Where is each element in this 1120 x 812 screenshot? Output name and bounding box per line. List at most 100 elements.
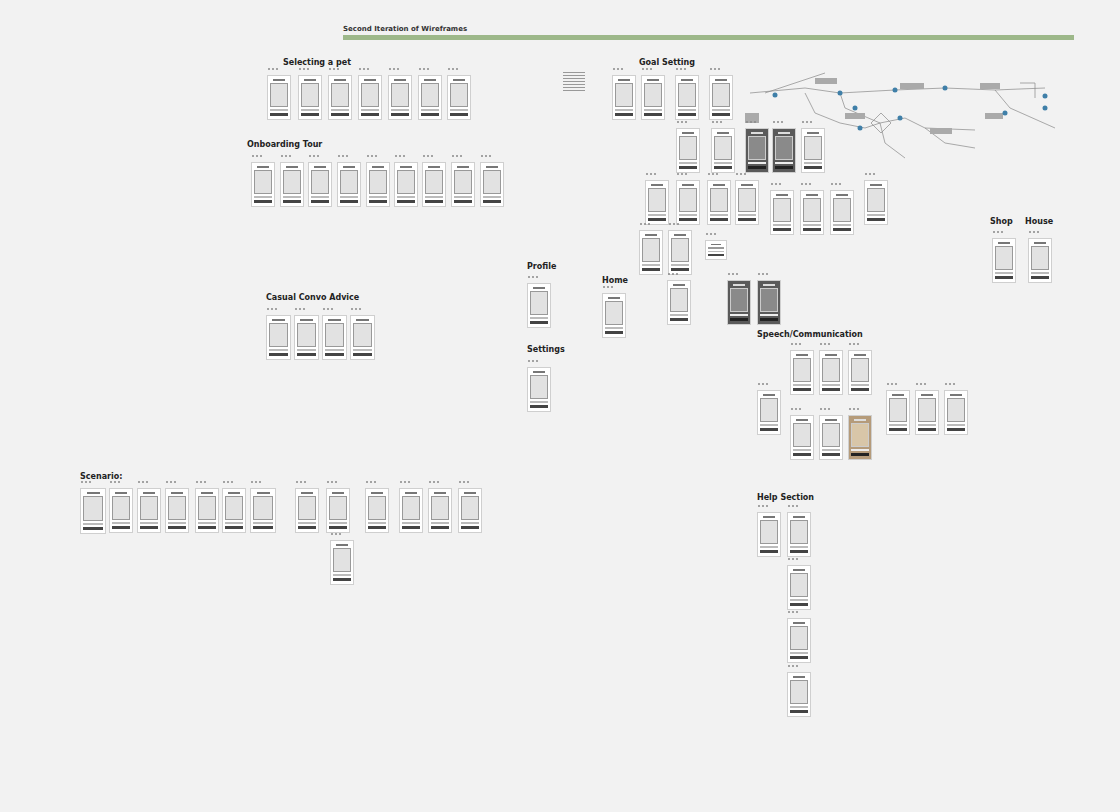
wireframe[interactable] <box>757 512 781 557</box>
wireframe[interactable] <box>757 280 781 325</box>
wireframe[interactable] <box>645 180 669 225</box>
frame-button <box>397 200 415 203</box>
wireframe[interactable] <box>772 128 796 173</box>
wireframe[interactable] <box>399 488 423 533</box>
wireframe[interactable] <box>350 315 375 360</box>
wireframe[interactable] <box>358 75 382 120</box>
wireframe[interactable] <box>458 488 482 533</box>
wireframe[interactable] <box>326 488 350 533</box>
wireframe[interactable] <box>735 180 759 225</box>
wireframe[interactable] <box>992 238 1016 283</box>
wireframe[interactable] <box>709 75 733 120</box>
wireframe[interactable] <box>322 315 347 360</box>
wireframe[interactable] <box>801 128 825 173</box>
wireframe[interactable] <box>787 618 811 663</box>
frame-button <box>790 603 808 606</box>
wireframe[interactable] <box>707 180 731 225</box>
wireframe[interactable] <box>864 180 888 225</box>
wireframe[interactable] <box>819 350 843 395</box>
wireframe[interactable] <box>365 488 389 533</box>
wireframe[interactable] <box>915 390 939 435</box>
wireframe[interactable] <box>295 488 319 533</box>
wireframe[interactable] <box>527 283 551 328</box>
wireframe[interactable] <box>787 512 811 557</box>
title-banner: Second Iteration of Wireframes <box>343 25 1074 40</box>
frame-button <box>331 113 349 116</box>
wireframe[interactable] <box>480 162 504 207</box>
wireframe[interactable] <box>447 75 471 120</box>
wireframe[interactable] <box>639 230 663 275</box>
wireframe[interactable] <box>266 315 291 360</box>
frame-row <box>425 196 443 198</box>
wireframe[interactable] <box>800 190 824 235</box>
wireframe[interactable] <box>195 488 219 533</box>
wireframe[interactable] <box>787 565 811 610</box>
wireframe[interactable] <box>711 128 735 173</box>
frame-header <box>372 166 384 168</box>
wireframe[interactable] <box>1028 238 1052 283</box>
frame-header <box>257 492 270 494</box>
wireframe[interactable] <box>527 367 551 412</box>
frame-image <box>329 496 347 520</box>
wireframe[interactable] <box>819 415 843 460</box>
frame-header <box>533 287 545 289</box>
wireframe[interactable] <box>451 162 475 207</box>
wireframe[interactable] <box>787 672 811 717</box>
wireframe[interactable] <box>667 280 691 325</box>
wireframe[interactable] <box>418 75 442 120</box>
frame-image <box>670 288 688 312</box>
wireframe[interactable] <box>848 415 872 460</box>
wireframe[interactable] <box>337 162 361 207</box>
sticky-note[interactable] <box>563 72 585 96</box>
frame-image <box>530 375 548 399</box>
wireframe[interactable] <box>676 128 700 173</box>
wireframe[interactable] <box>80 488 106 534</box>
wireframe[interactable] <box>705 240 727 260</box>
wireframe[interactable] <box>830 190 854 235</box>
wireframe[interactable] <box>388 75 412 120</box>
wireframe[interactable] <box>251 162 275 207</box>
wireframe[interactable] <box>280 162 304 207</box>
frame-name <box>945 383 955 385</box>
frame-name <box>668 273 678 275</box>
frame-header <box>394 79 406 81</box>
wireframe[interactable] <box>222 488 246 533</box>
wireframe[interactable] <box>790 415 814 460</box>
wireframe[interactable] <box>109 488 133 533</box>
frame-row <box>760 314 778 316</box>
wireframe[interactable] <box>267 75 291 120</box>
wireframe[interactable] <box>790 350 814 395</box>
wireframe[interactable] <box>602 293 626 338</box>
wireframe[interactable] <box>428 488 452 533</box>
frame-row <box>679 214 697 216</box>
wireframe[interactable] <box>676 180 700 225</box>
wireframe[interactable] <box>675 75 699 120</box>
wireframe[interactable] <box>366 162 390 207</box>
wireframe[interactable] <box>328 75 352 120</box>
wireframe[interactable] <box>612 75 636 120</box>
wireframe[interactable] <box>757 390 781 435</box>
wireframe[interactable] <box>394 162 418 207</box>
wireframe[interactable] <box>137 488 161 533</box>
wireframe[interactable] <box>944 390 968 435</box>
wireframe[interactable] <box>727 280 751 325</box>
wireframe[interactable] <box>422 162 446 207</box>
wireframe[interactable] <box>848 350 872 395</box>
wireframe[interactable] <box>330 540 354 585</box>
wireframe[interactable] <box>641 75 665 120</box>
frame-header <box>776 194 788 196</box>
wireframe[interactable] <box>308 162 332 207</box>
wireframe[interactable] <box>294 315 319 360</box>
frame-image <box>391 83 409 107</box>
wireframe[interactable] <box>886 390 910 435</box>
wireframe[interactable] <box>165 488 189 533</box>
section-label: Selecting a pet <box>283 58 351 68</box>
wireframe[interactable] <box>250 488 276 533</box>
frame-header <box>272 319 284 321</box>
design-canvas[interactable]: Second Iteration of Wireframes Selecting … <box>0 0 1120 812</box>
wireframe[interactable] <box>668 230 692 275</box>
wireframe[interactable] <box>770 190 794 235</box>
frame-image <box>368 496 386 520</box>
wireframe[interactable] <box>298 75 322 120</box>
wireframe[interactable] <box>745 128 769 173</box>
